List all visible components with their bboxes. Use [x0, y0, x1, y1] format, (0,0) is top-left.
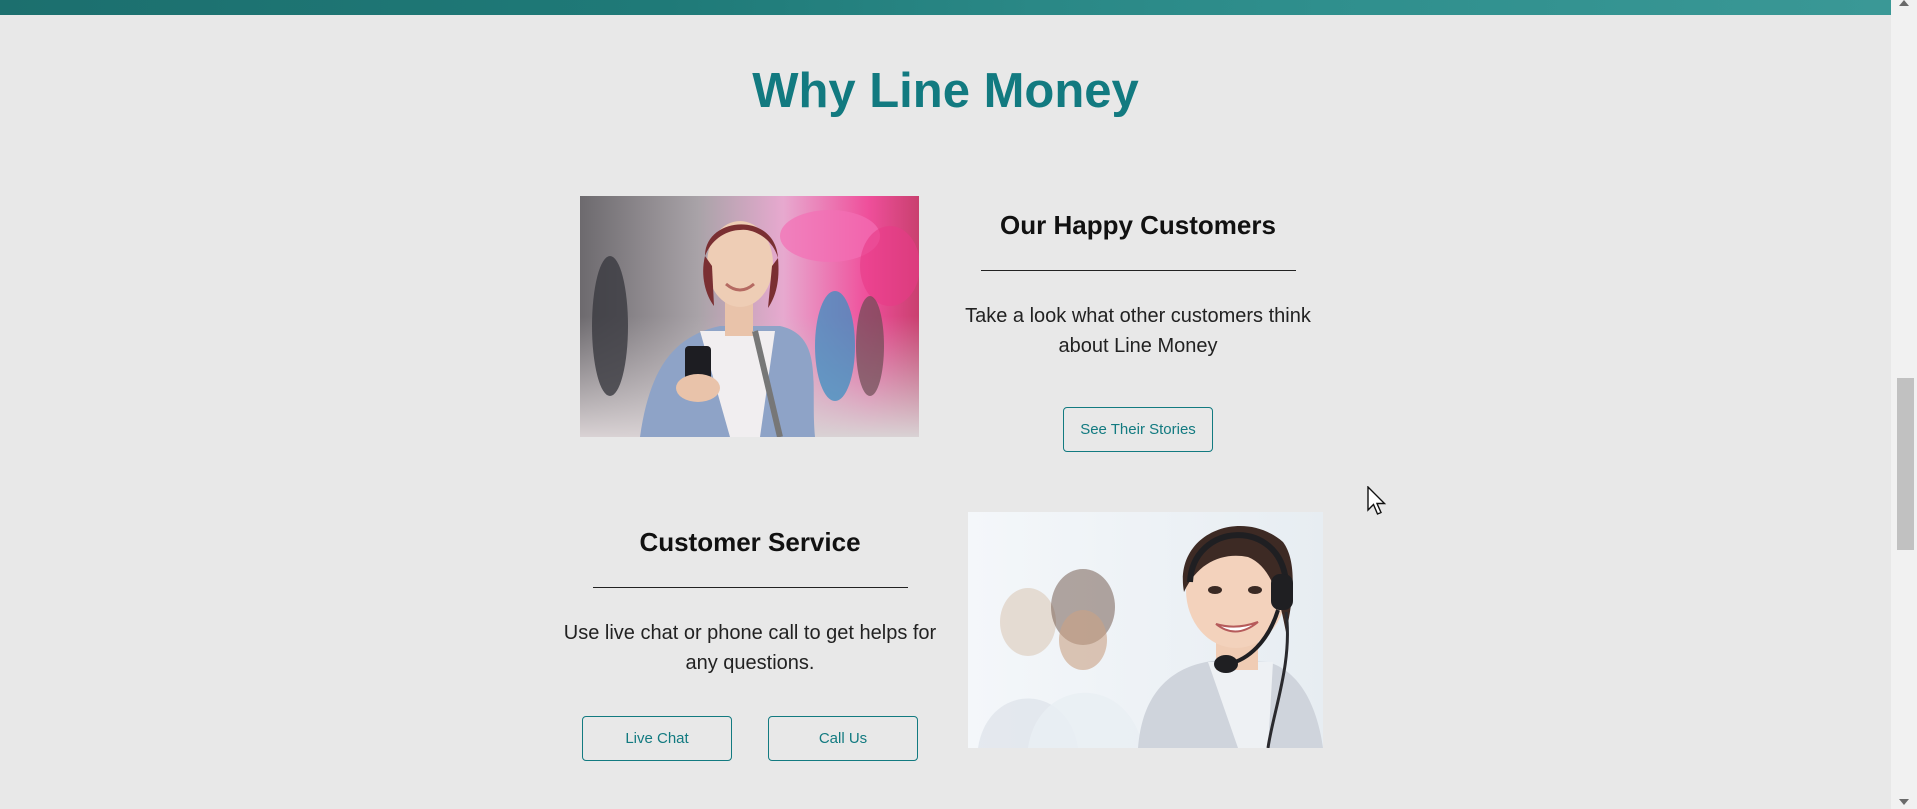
support-agent-photo	[968, 512, 1323, 748]
mouse-cursor-icon	[1367, 485, 1387, 516]
happy-customer-photo	[580, 196, 919, 437]
customer-service-divider	[592, 587, 908, 588]
scrollbar-thumb[interactable]	[1897, 378, 1914, 550]
customer-service-description: Use live chat or phone call to get helps…	[563, 622, 937, 674]
section-title: Why Line Money	[752, 64, 1139, 118]
call-us-button[interactable]: Call Us	[768, 716, 918, 761]
live-chat-button[interactable]: Live Chat	[582, 716, 732, 761]
see-their-stories-button[interactable]: See Their Stories	[1063, 407, 1213, 452]
happy-customers-title: Our Happy Customers	[1000, 210, 1276, 240]
top-banner	[0, 0, 1891, 15]
happy-customers-description: Take a look what other customers think a…	[965, 305, 1311, 357]
scroll-up-arrow-icon[interactable]	[1899, 0, 1909, 6]
customer-service-block: Customer Service Use live chat or phone …	[560, 525, 940, 678]
scroll-down-arrow-icon[interactable]	[1899, 799, 1909, 805]
customer-service-title: Customer Service	[639, 527, 861, 557]
happy-customers-block: Our Happy Customers Take a look what oth…	[955, 208, 1321, 361]
vertical-scrollbar[interactable]	[1891, 0, 1917, 809]
why-section: Why Line Money Our Happy Customers Take …	[0, 15, 1891, 809]
happy-customers-divider	[980, 270, 1296, 271]
page: Why Line Money Our Happy Customers Take …	[0, 0, 1917, 809]
